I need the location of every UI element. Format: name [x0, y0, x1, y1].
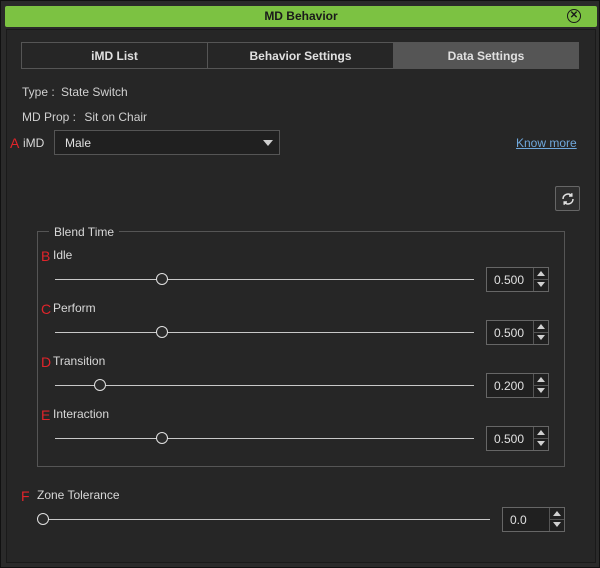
type-label: Type : [22, 85, 55, 99]
zone-tolerance-slider-track [43, 519, 490, 520]
spin-down-icon[interactable] [537, 441, 545, 446]
md-prop-info: MD Prop : Sit on Chair [22, 110, 147, 124]
interaction-label: Interaction [53, 407, 110, 421]
interaction-spin-buttons [533, 427, 548, 450]
marker-f: F [21, 488, 30, 504]
title-bar[interactable]: MD Behavior ✕ [5, 6, 597, 27]
imd-dropdown-value: Male [65, 136, 92, 150]
interaction-slider-track [55, 438, 474, 439]
transition-slider-track [55, 385, 474, 386]
transition-spinbox[interactable]: 0.200 [486, 373, 549, 398]
spin-divider [534, 385, 548, 386]
tab-bar: iMD List Behavior Settings Data Settings [21, 42, 579, 69]
spin-up-icon[interactable] [553, 511, 561, 516]
tab-data-settings[interactable]: Data Settings [394, 42, 579, 69]
perform-spin-buttons [533, 321, 548, 344]
blend-time-title: Blend Time [49, 225, 120, 239]
interaction-value: 0.500 [494, 432, 525, 446]
spin-up-icon[interactable] [537, 324, 545, 329]
chevron-down-icon [263, 140, 273, 146]
imd-dropdown[interactable]: Male [54, 130, 280, 155]
spin-divider [534, 332, 548, 333]
spin-down-icon[interactable] [553, 522, 561, 527]
zone-tolerance-spinbox[interactable]: 0.0 [502, 507, 565, 532]
idle-value: 0.500 [494, 273, 525, 287]
transition-spin-buttons [533, 374, 548, 397]
zone-tolerance-value: 0.0 [510, 513, 527, 527]
zone-tolerance-label: Zone Tolerance [37, 488, 120, 502]
perform-spinbox[interactable]: 0.500 [486, 320, 549, 345]
zone-tolerance-slider-thumb[interactable] [37, 513, 49, 525]
spin-divider [550, 519, 564, 520]
transition-slider-thumb[interactable] [93, 379, 106, 391]
tab-imd-list[interactable]: iMD List [21, 42, 208, 69]
idle-label: Idle [53, 248, 73, 262]
tab-behavior-settings[interactable]: Behavior Settings [208, 42, 394, 69]
marker-c: C [41, 301, 52, 317]
spin-up-icon[interactable] [537, 271, 545, 276]
marker-e: E [41, 407, 51, 423]
spin-down-icon[interactable] [537, 388, 545, 393]
refresh-icon [561, 192, 574, 205]
md-prop-value: Sit on Chair [84, 110, 148, 124]
marker-a: A [10, 135, 20, 151]
spin-up-icon[interactable] [537, 377, 545, 382]
type-info: Type : State Switch [22, 85, 128, 99]
perform-value: 0.500 [494, 326, 525, 340]
know-more-link[interactable]: Know more [516, 136, 577, 150]
spin-divider [534, 279, 548, 280]
type-value: State Switch [61, 85, 128, 99]
idle-spinbox[interactable]: 0.500 [486, 267, 549, 292]
marker-b: B [41, 248, 51, 264]
marker-d: D [41, 354, 52, 370]
md-prop-label: MD Prop : [22, 110, 77, 124]
spin-divider [534, 438, 548, 439]
transition-value: 0.200 [494, 379, 525, 393]
zone-tolerance-spin-buttons [549, 508, 564, 531]
window-title: MD Behavior [264, 9, 338, 23]
interaction-slider-thumb[interactable] [155, 432, 168, 444]
spin-down-icon[interactable] [537, 335, 545, 340]
spin-up-icon[interactable] [537, 430, 545, 435]
perform-label: Perform [53, 301, 96, 315]
idle-spin-buttons [533, 268, 548, 291]
spin-down-icon[interactable] [537, 282, 545, 287]
close-icon[interactable]: ✕ [567, 9, 581, 23]
md-behavior-window: MD Behavior ✕ iMD List Behavior Settings… [0, 0, 600, 568]
idle-slider-thumb[interactable] [155, 273, 168, 285]
idle-slider-track [55, 279, 474, 280]
interaction-spinbox[interactable]: 0.500 [486, 426, 549, 451]
transition-label: Transition [53, 354, 106, 368]
imd-label: iMD [23, 136, 45, 150]
perform-slider-track [55, 332, 474, 333]
perform-slider-thumb[interactable] [155, 326, 168, 338]
reset-button[interactable] [555, 186, 580, 211]
